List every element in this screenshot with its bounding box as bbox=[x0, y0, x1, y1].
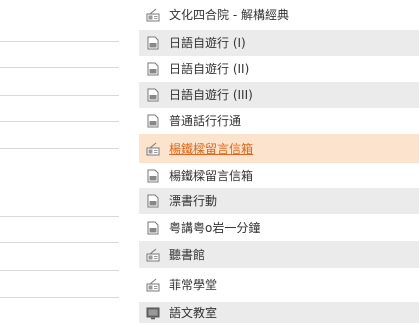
document-icon bbox=[146, 194, 160, 208]
divider bbox=[0, 297, 119, 298]
radio-icon bbox=[146, 142, 160, 156]
tv-icon bbox=[146, 306, 160, 320]
document-icon bbox=[146, 88, 160, 102]
divider bbox=[0, 67, 119, 68]
divider bbox=[0, 242, 119, 243]
menu-item-label: 語文教室 bbox=[169, 305, 218, 320]
page: 文化四合院 - 解構經典 日語自遊行 (I) 日語自遊行 (II) 日語自遊行 … bbox=[0, 0, 419, 323]
document-icon bbox=[146, 36, 160, 50]
menu-item[interactable]: 菲常學堂 bbox=[139, 268, 419, 302]
menu-item[interactable]: 漂書行動 bbox=[139, 188, 419, 214]
menu-item-label: 文化四合院 - 解構經典 bbox=[169, 8, 289, 22]
radio-icon bbox=[146, 278, 160, 292]
document-icon bbox=[146, 62, 160, 76]
menu-item-label: 菲常學堂 bbox=[169, 278, 218, 292]
radio-icon bbox=[146, 248, 160, 262]
menu-item[interactable]: 粤講粤o岩一分鐘 bbox=[139, 214, 419, 241]
menu-item-label: 楊鐵樑留言信箱 bbox=[169, 141, 254, 156]
menu-item-label: 粤講粤o岩一分鐘 bbox=[169, 220, 261, 235]
menu-item[interactable]: 語文教室 bbox=[139, 302, 419, 323]
menu-item[interactable]: 日語自遊行 (II) bbox=[139, 56, 419, 82]
divider bbox=[0, 95, 119, 96]
menu-item-label: 日語自遊行 (I) bbox=[169, 36, 246, 50]
menu-item-label: 日語自遊行 (II) bbox=[169, 62, 250, 76]
divider bbox=[0, 41, 119, 42]
program-menu: 文化四合院 - 解構經典 日語自遊行 (I) 日語自遊行 (II) 日語自遊行 … bbox=[139, 0, 419, 323]
menu-item[interactable]: 楊鐵樑留言信箱 bbox=[139, 163, 419, 188]
divider bbox=[0, 216, 119, 217]
document-icon bbox=[146, 221, 160, 235]
menu-item[interactable]: 聽書館 bbox=[139, 241, 419, 268]
menu-item[interactable]: 日語自遊行 (III) bbox=[139, 82, 419, 108]
menu-item-label: 漂書行動 bbox=[169, 194, 218, 208]
menu-item-active[interactable]: 楊鐵樑留言信箱 bbox=[139, 134, 419, 163]
divider bbox=[0, 148, 119, 149]
menu-item-label: 聽書館 bbox=[169, 247, 206, 262]
menu-item[interactable]: 普通話行行通 bbox=[139, 108, 419, 134]
document-icon bbox=[146, 169, 160, 183]
menu-item[interactable]: 文化四合院 - 解構經典 bbox=[139, 0, 419, 30]
divider bbox=[0, 121, 119, 122]
divider bbox=[0, 270, 119, 271]
menu-item-label: 楊鐵樑留言信箱 bbox=[169, 168, 254, 183]
menu-item[interactable]: 日語自遊行 (I) bbox=[139, 30, 419, 56]
menu-item-label: 日語自遊行 (III) bbox=[169, 88, 253, 102]
radio-icon bbox=[146, 8, 160, 22]
document-icon bbox=[146, 114, 160, 128]
left-column bbox=[0, 0, 119, 323]
menu-item-label: 普通話行行通 bbox=[169, 114, 242, 128]
